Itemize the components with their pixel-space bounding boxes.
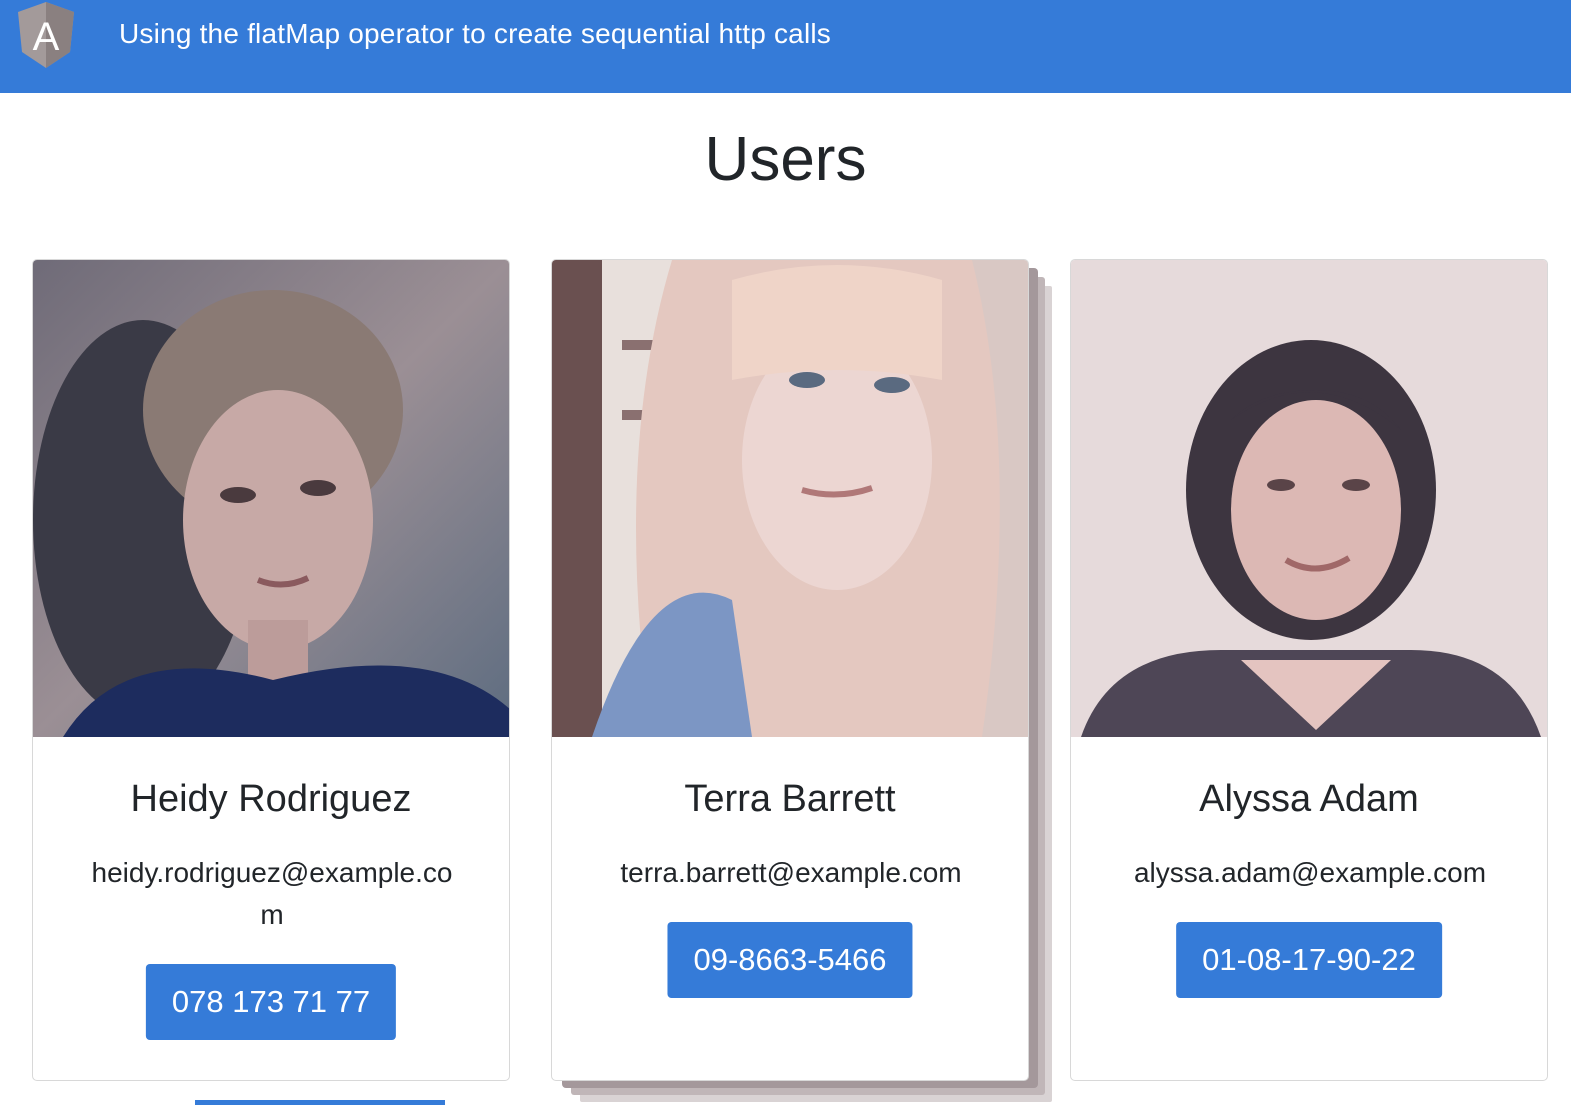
page-title: Users [704, 125, 867, 194]
user-card: Terra Barrett terra.barrett@example.com … [551, 259, 1029, 1081]
app-title: Using the flatMap operator to create seq… [119, 18, 831, 49]
next-row-button-edge [195, 1100, 445, 1105]
user-email: terra.barrett@example.com [620, 857, 962, 888]
user-email: heidy.rodriguez@example.com [91, 857, 453, 930]
user-photo [552, 260, 1028, 737]
user-photo [33, 260, 509, 737]
user-phone-button[interactable]: 09-8663-5466 [667, 922, 913, 998]
user-name: Heidy Rodriguez [130, 778, 412, 820]
user-photo [1071, 260, 1547, 737]
svg-text:A: A [33, 15, 60, 59]
user-card: Heidy Rodriguez heidy.rodriguez@example.… [32, 259, 510, 1081]
angular-logo-icon[interactable]: A [16, 2, 76, 68]
user-name: Alyssa Adam [1199, 778, 1419, 820]
user-phone-button[interactable]: 01-08-17-90-22 [1176, 922, 1442, 998]
user-name: Terra Barrett [684, 778, 896, 820]
top-navbar: A Using the flatMap operator to create s… [0, 0, 1571, 93]
user-card: Alyssa Adam alyssa.adam@example.com 01-0… [1070, 259, 1548, 1081]
user-email: alyssa.adam@example.com [1133, 857, 1487, 888]
user-phone-button[interactable]: 078 173 71 77 [145, 964, 397, 1040]
